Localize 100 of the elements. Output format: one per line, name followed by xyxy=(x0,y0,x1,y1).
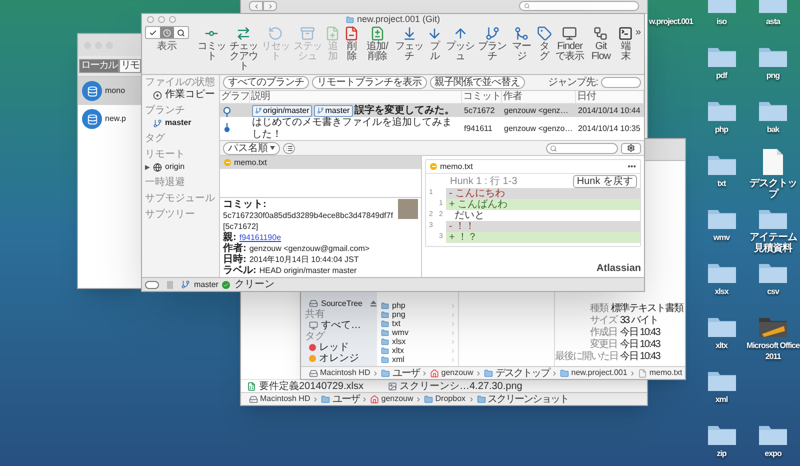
column-header[interactable]: 日付 xyxy=(576,91,644,103)
desktop-icon-label[interactable]: xltx xyxy=(716,340,728,351)
column-header[interactable]: コミット xyxy=(462,91,502,103)
brand-footer: Atlassian xyxy=(596,261,641,276)
desktop-icon-label[interactable]: xml xyxy=(715,394,728,405)
branch-label[interactable]: master xyxy=(314,104,353,116)
desktop-icon-label[interactable]: png xyxy=(766,70,780,81)
desktop-icon-label[interactable]: csv xyxy=(767,286,779,297)
path-item[interactable]: スクリーンショット xyxy=(488,392,569,406)
sidebar-item[interactable]: レッド xyxy=(305,342,377,353)
path-item[interactable]: genzouw xyxy=(441,367,474,379)
path-item[interactable]: memo.txt xyxy=(649,367,682,379)
repository-item[interactable]: new.p xyxy=(78,105,141,133)
desktop-icon-label[interactable]: asta xyxy=(766,16,780,27)
info-value: 今日 10:43 xyxy=(620,351,660,362)
window-title: new.project.001 (Git) xyxy=(356,13,440,26)
path-item[interactable]: genzouw xyxy=(381,393,414,405)
path-item[interactable]: ユーザ xyxy=(392,366,420,380)
toolbar-button[interactable]: ブランチ xyxy=(476,26,508,62)
info-value: 標準テキスト書類 xyxy=(611,303,683,314)
view-label: 表示 xyxy=(157,41,177,53)
repository-item[interactable]: mono xyxy=(78,77,141,105)
discard-hunk-button[interactable]: Hunk を戻す xyxy=(572,174,637,188)
sidebar-item[interactable]: すべて… xyxy=(305,320,377,331)
toolbar-button[interactable]: プル xyxy=(426,26,444,62)
toolbar-button[interactable]: 端末 xyxy=(616,26,634,62)
filter-dropdown[interactable]: 親子関係で並べ替え xyxy=(430,76,525,89)
commit-row[interactable]: origin/master master 誤字を変更してみた。 5c71672 genzouw <genz… 2014/10/14 10:44 xyxy=(220,104,644,117)
toolbar-button[interactable]: 削除 xyxy=(342,26,361,62)
toolbar-button[interactable]: マージ xyxy=(508,26,534,62)
parent-commit-link[interactable]: f94161190e xyxy=(239,232,282,243)
sidebar-item[interactable]: オレンジ xyxy=(305,353,377,364)
file-name[interactable]: 要件定義20140729.xlsx xyxy=(259,378,364,394)
repository-status: クリーン xyxy=(234,278,274,292)
folder-row[interactable]: wmv xyxy=(377,328,458,337)
sidebar-item[interactable]: master xyxy=(145,117,216,129)
commit-row[interactable]: はじめてのメモ書きファイルを追加してみました！ f941611 genzouw <genzo… 2014/10/14 10:35 xyxy=(220,117,644,140)
commit-hash: 5c71672 xyxy=(463,104,496,116)
bookmark-tab[interactable]: ローカル xyxy=(79,59,119,73)
date-cell-text: 2014/10/14 10:44 xyxy=(577,104,642,116)
desktop-icon-label[interactable]: Microsoft Office 2011 xyxy=(746,340,800,362)
filter-dropdown[interactable]: すべてのブランチ xyxy=(223,76,309,89)
column-header[interactable]: 説明 xyxy=(250,91,462,103)
detail-label: コミット: xyxy=(223,199,266,210)
desktop-icon-label[interactable]: w.project.001 xyxy=(649,16,693,27)
info-value: 今日 10:43 xyxy=(620,339,660,350)
desktop-icon-label[interactable]: txt xyxy=(717,178,726,189)
sidebar-item[interactable]: 作業コピー xyxy=(145,89,216,101)
desktop-icon-label[interactable]: php xyxy=(714,124,728,135)
more-button[interactable]: ••• xyxy=(628,160,636,173)
sidebar-heading: タグ xyxy=(305,331,326,342)
path-item[interactable]: Macintosh HD xyxy=(260,393,310,405)
desktop-icon-label[interactable]: wmv xyxy=(713,232,730,243)
toolbar-button[interactable]: タグ xyxy=(535,26,554,62)
folder-row[interactable]: php xyxy=(377,301,458,310)
detail-value: HEAD origin/master master xyxy=(259,265,357,276)
jump-label: ジャンプ先: xyxy=(548,76,598,90)
path-item[interactable]: ユーザ xyxy=(332,392,360,406)
sidebar-item[interactable]: origin xyxy=(145,161,216,173)
file-name[interactable]: スクリーンシ…4.27.30.png xyxy=(400,378,522,394)
path-item[interactable]: new.project.001 xyxy=(571,367,628,379)
file-row[interactable]: memo.txt xyxy=(220,156,421,170)
toolbar-button[interactable]: プッシュ xyxy=(444,26,476,62)
desktop-icon-label[interactable]: expo xyxy=(764,448,782,459)
sidebar-heading: タグ xyxy=(145,133,166,145)
path-item[interactable]: Macintosh HD xyxy=(320,367,370,379)
folder-row[interactable]: txt xyxy=(377,319,458,328)
path-item[interactable]: Dropbox xyxy=(435,393,466,405)
column-header[interactable]: 作者 xyxy=(502,91,576,103)
sidebar-heading: 一時退避 xyxy=(145,177,186,189)
toolbar-button[interactable]: Git Flow xyxy=(586,26,616,62)
desktop-icon-label[interactable]: アイテーム見積資料 xyxy=(746,232,800,254)
toolbar-button[interactable]: フェッチ xyxy=(394,26,425,62)
folder-row[interactable]: xml xyxy=(377,355,458,364)
branch-label[interactable]: origin/master xyxy=(252,104,312,116)
sidebar-item[interactable]: SourceTree xyxy=(305,298,377,309)
folder-row[interactable]: xlsx xyxy=(377,337,458,346)
folder-row[interactable]: xltx xyxy=(377,346,458,355)
desktop-icon-label[interactable]: zip xyxy=(716,448,726,459)
column-header[interactable]: グラフ xyxy=(220,91,250,103)
bookmark-tab[interactable]: リモ xyxy=(119,59,141,73)
toolbar-button[interactable]: コミット xyxy=(196,26,227,62)
desktop-icon-label[interactable]: xlsx xyxy=(714,286,728,297)
current-branch: master xyxy=(194,278,218,290)
toolbar-button[interactable]: チェックアウト xyxy=(228,26,259,72)
toolbar-button[interactable]: Finder で表示 xyxy=(554,26,586,62)
toolbar-button[interactable]: 追加/削除 xyxy=(362,26,393,62)
desktop-icon-label[interactable]: iso xyxy=(716,16,727,27)
desktop-icon-label[interactable]: デスクトップ xyxy=(746,178,800,200)
detail-value: genzouw <genzouw@gmail.com> xyxy=(249,243,370,254)
filter-dropdown[interactable]: リモートブランチを表示 xyxy=(312,76,426,89)
folder-row[interactable]: png xyxy=(377,310,458,319)
sidebar-heading: ファイルの状態 xyxy=(145,77,216,88)
desktop-icon-label[interactable]: pdf xyxy=(716,70,727,81)
sidebar-heading: サブツリー xyxy=(145,209,196,221)
info-value: 今日 10:43 xyxy=(620,327,660,338)
desktop-icon-label[interactable]: bak xyxy=(766,124,780,135)
sort-dropdown[interactable]: パス名順 xyxy=(223,142,280,155)
path-item[interactable]: デスクトップ xyxy=(495,366,550,380)
overflow-button[interactable]: » xyxy=(635,26,642,40)
